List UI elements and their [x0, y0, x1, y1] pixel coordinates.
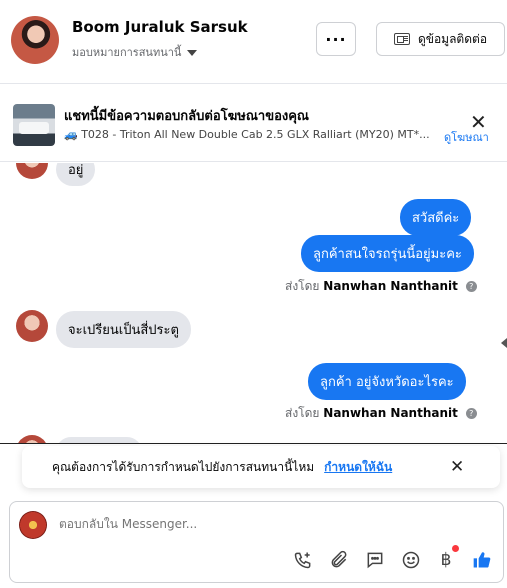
info-icon[interactable]: ? — [465, 408, 477, 419]
customer-avatar — [16, 310, 48, 342]
message-bubble-incoming: อยู่ — [56, 163, 96, 186]
sent-by-label: ส่งโดย Nanwhan Nanthanit ? — [285, 404, 477, 423]
ad-banner-title: แชทนี้มีข้อความตอบกลับต่อโฆษณาของคุณ — [64, 109, 309, 124]
sent-by-name: Nanwhan Nanthanit — [323, 279, 458, 293]
assign-to-me-link[interactable]: กำหนดให้ฉัน — [324, 458, 392, 477]
emoji-icon[interactable] — [399, 548, 423, 572]
sent-by-prefix: ส่งโดย — [285, 279, 320, 293]
sent-by-prefix: ส่งโดย — [285, 406, 320, 420]
more-icon: ··· — [325, 29, 347, 49]
ad-reply-banner: แชทนี้มีข้อความตอบกลับต่อโฆษณาของคุณ 🚙 T… — [0, 84, 507, 162]
close-icon[interactable]: ✕ — [470, 112, 487, 132]
notification-dot — [452, 545, 459, 552]
divider — [0, 443, 507, 444]
assign-prompt: คุณต้องการได้รับการกำหนดไปยังการสนทนานี้… — [22, 446, 500, 488]
sent-by-label: ส่งโดย Nanwhan Nanthanit ? — [285, 277, 477, 296]
ad-thumbnail[interactable] — [13, 104, 55, 146]
message-bubble-incoming: จะเปรียนเป็นสี่ประตู — [56, 311, 191, 348]
info-icon[interactable]: ? — [465, 281, 477, 292]
customer-avatar — [16, 163, 48, 179]
caret-down-icon — [187, 50, 198, 56]
ad-banner-subtitle: 🚙 T028 - Triton All New Double Cab 2.5 G… — [64, 128, 430, 141]
message-thread[interactable]: อยู่ สวัสดีค่ะ ลูกค้าสนใจรถรุ่นนี้อยู่มะ… — [0, 163, 507, 443]
view-contact-button[interactable]: ดูข้อมูลติดต่อ — [376, 22, 505, 56]
customer-avatar — [16, 435, 48, 443]
reply-input[interactable] — [59, 517, 459, 531]
scrollbar[interactable] — [501, 335, 507, 395]
attachment-icon[interactable] — [327, 548, 351, 572]
conversation-header: Boom Juraluk Sarsuk มอบหมายการสนทนานี้ ·… — [0, 0, 507, 84]
sent-by-name: Nanwhan Nanthanit — [323, 406, 458, 420]
call-add-icon[interactable] — [291, 548, 315, 572]
message-bubble-outgoing: ลูกค้าสนใจรถรุ่นนี้อยู่มะคะ — [301, 235, 474, 272]
page-avatar — [19, 511, 47, 539]
close-icon[interactable]: ✕ — [450, 457, 464, 477]
message-bubble-outgoing: ลูกค้า อยู่จังหวัดอะไรคะ — [308, 363, 466, 400]
more-options-button[interactable]: ··· — [316, 22, 356, 56]
contact-avatar[interactable] — [11, 16, 59, 64]
message-bubble-outgoing: สวัสดีค่ะ — [400, 199, 472, 236]
view-contact-label: ดูข้อมูลติดต่อ — [417, 31, 488, 46]
assign-label: มอบหมายการสนทนานี้ — [72, 46, 182, 59]
assign-dropdown[interactable]: มอบหมายการสนทนานี้ — [72, 43, 198, 61]
assign-prompt-text: คุณต้องการได้รับการกำหนดไปยังการสนทนานี้… — [52, 459, 315, 474]
contact-card-icon — [393, 33, 410, 45]
contact-name: Boom Juraluk Sarsuk — [72, 18, 248, 36]
like-icon[interactable] — [470, 548, 494, 572]
saved-reply-icon[interactable] — [363, 548, 387, 572]
message-composer: ฿ — [9, 501, 504, 583]
